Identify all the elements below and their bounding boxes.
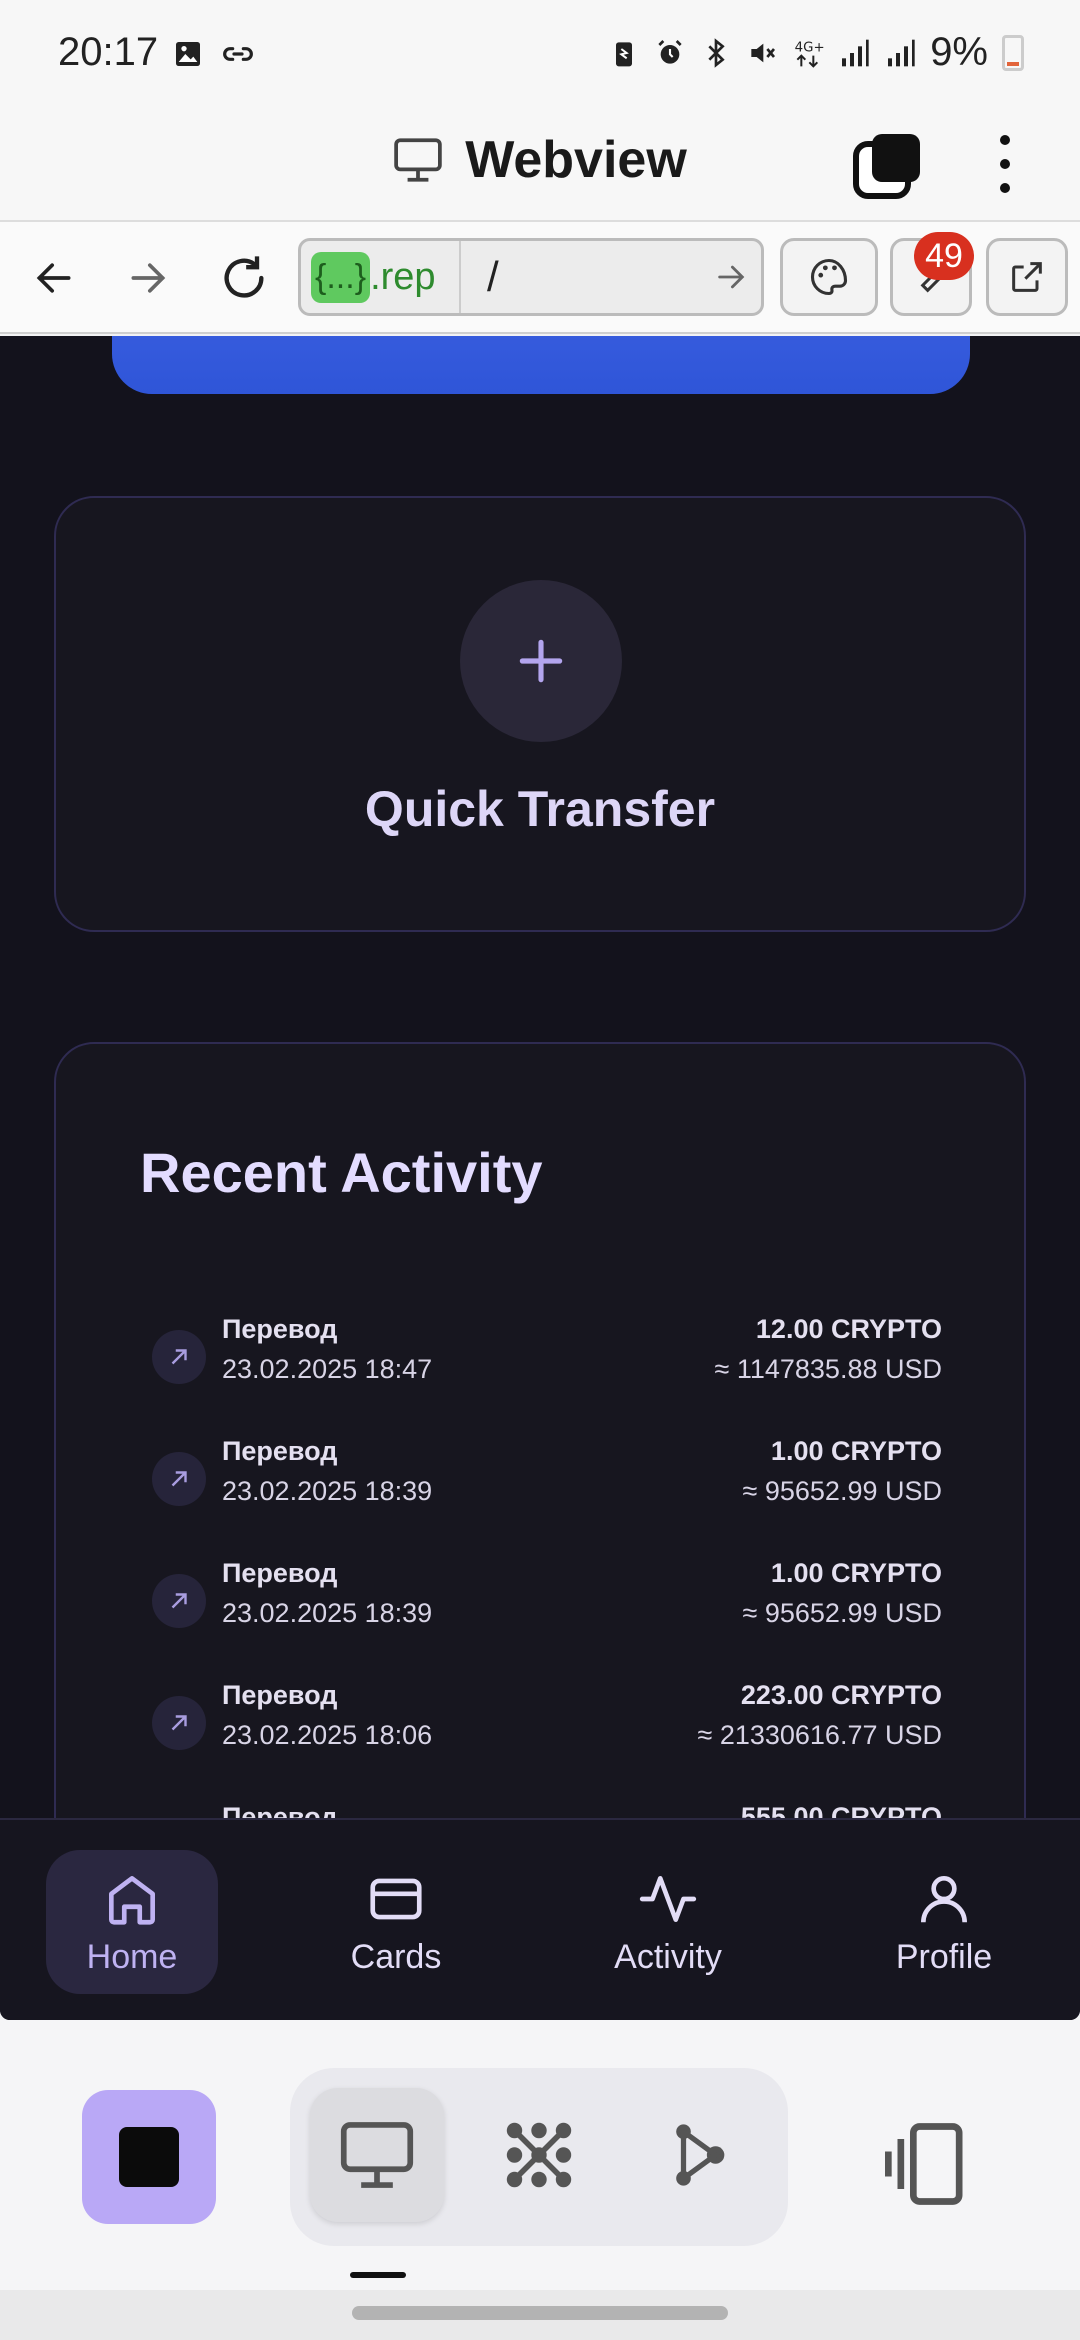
monitor-icon (340, 2122, 414, 2188)
4g-icon: 4G+ (795, 40, 824, 68)
plus-icon (519, 639, 563, 683)
image-icon (176, 42, 200, 66)
url-path-input[interactable]: / (461, 253, 701, 301)
signal-icon (842, 39, 869, 66)
nav-cards[interactable]: Cards (310, 1850, 482, 1994)
user-icon (921, 1875, 967, 1922)
stop-icon (119, 2127, 179, 2187)
transaction-date: 23.02.2025 18:06 (222, 1720, 433, 1750)
nav-activity[interactable]: Activity (582, 1850, 754, 1994)
browser-toolbar: {...} .rep / (0, 222, 1080, 334)
transaction-amount: 1.00 CRYPTO (770, 1436, 942, 1466)
tool-tray (0, 2020, 1080, 2290)
overflow-menu-button[interactable] (990, 124, 1020, 204)
stop-button[interactable] (82, 2090, 216, 2224)
desktop-view-button[interactable] (310, 2088, 444, 2222)
transaction-row[interactable]: Перевод 23.02.2025 18:39 1.00 CRYPTO ≈ 9… (152, 1558, 942, 1680)
url-origin-text: .rep (370, 255, 436, 298)
mute-icon (751, 43, 776, 62)
active-indicator (350, 2272, 406, 2278)
quick-transfer-button[interactable] (460, 580, 622, 742)
url-origin: {...} .rep (301, 241, 461, 313)
signal-icon (888, 39, 915, 66)
theme-button[interactable] (780, 238, 878, 316)
transaction-date: 23.02.2025 18:39 (222, 1598, 433, 1628)
arrow-up-right-icon (152, 1452, 206, 1506)
back-button[interactable] (24, 248, 84, 308)
tabs-button[interactable] (852, 130, 924, 202)
open-external-button[interactable] (986, 238, 1068, 316)
transaction-usd: ≈ 95652.99 USD (742, 1476, 942, 1506)
monitor-icon (394, 138, 442, 182)
home-gesture-bar[interactable] (352, 2306, 728, 2320)
activity-icon (639, 1875, 697, 1922)
transaction-name: Перевод (222, 1558, 338, 1588)
card-icon (370, 1878, 422, 1919)
view-mode-selector (290, 2068, 788, 2246)
transaction-usd: ≈ 21330616.77 USD (697, 1720, 943, 1750)
page-title: Webview (465, 131, 687, 189)
transaction-amount: 12.00 CRYPTO (755, 1314, 942, 1344)
transaction-row[interactable]: Перевод 23.02.2025 18:06 223.00 CRYPTO ≈… (152, 1680, 942, 1802)
palette-icon (810, 258, 848, 296)
arrow-right-icon (131, 263, 166, 293)
graph-view-button[interactable] (634, 2088, 768, 2222)
go-button[interactable] (701, 260, 761, 294)
nav-home[interactable]: Home (46, 1850, 218, 1994)
battery-icon (1002, 34, 1024, 71)
transaction-row[interactable]: Перевод 23.02.2025 18:47 12.00 CRYPTO ≈ … (152, 1314, 942, 1436)
bluetooth-icon (708, 37, 725, 68)
transaction-amount: 1.00 CRYPTO (770, 1558, 942, 1588)
arrow-left-icon (36, 263, 71, 293)
nav-profile-label: Profile (895, 1937, 993, 1976)
external-link-icon (1012, 262, 1042, 292)
bottom-nav: Home Cards Activity Profile (0, 1818, 1080, 2020)
graph-icon (676, 2124, 725, 2186)
transaction-usd: ≈ 95652.99 USD (742, 1598, 942, 1628)
battery-percent: 9% (930, 30, 988, 74)
arrow-up-right-icon (152, 1574, 206, 1628)
nav-activity-label: Activity (614, 1937, 722, 1976)
reload-icon (224, 256, 264, 298)
reload-button[interactable] (214, 248, 274, 308)
link-icon (223, 47, 253, 61)
notification-badge: 49 (914, 232, 974, 280)
status-bar: 20:17 4G+ 9% (0, 0, 1080, 110)
arrow-right-icon (718, 265, 745, 289)
alarm-icon (658, 39, 682, 64)
svg-text:4G+: 4G+ (795, 40, 824, 55)
nav-profile[interactable]: Profile (858, 1850, 1030, 1994)
recent-activity-title: Recent Activity (140, 1141, 543, 1204)
arrow-up-right-icon (152, 1696, 206, 1750)
balance-banner-edge (112, 336, 970, 394)
forward-button[interactable] (118, 248, 178, 308)
battery-saver-icon (616, 41, 633, 66)
transaction-row[interactable]: Перевод 23.02.2025 18:39 1.00 CRYPTO ≈ 9… (152, 1436, 942, 1558)
gesture-area (0, 2290, 1080, 2340)
rotate-device-icon[interactable] (880, 2114, 980, 2214)
home-icon (109, 1875, 155, 1925)
transaction-name: Перевод (222, 1680, 338, 1710)
url-bar[interactable]: {...} .rep / (298, 238, 764, 316)
arrow-up-right-icon (152, 1330, 206, 1384)
transaction-usd: ≈ 1147835.88 USD (714, 1354, 942, 1384)
nodes-icon (506, 2122, 572, 2188)
quick-transfer-card[interactable]: Quick Transfer (54, 496, 1026, 932)
url-badge: {...} (311, 251, 371, 303)
network-view-button[interactable] (472, 2088, 606, 2222)
transaction-amount: 223.00 CRYPTO (740, 1680, 942, 1710)
webview-app-bar: Webview (0, 110, 1080, 222)
quick-transfer-label: Quick Transfer (364, 781, 716, 837)
status-time: 20:17 (58, 30, 159, 74)
transaction-name: Перевод (222, 1436, 338, 1466)
nav-cards-label: Cards (350, 1937, 442, 1976)
transaction-date: 23.02.2025 18:47 (222, 1354, 433, 1384)
transaction-date: 23.02.2025 18:39 (222, 1476, 433, 1506)
transaction-name: Перевод (222, 1314, 338, 1344)
nav-home-label: Home (86, 1937, 178, 1976)
webview-content: Quick Transfer Recent Activity Перевод 2… (0, 336, 1080, 2020)
